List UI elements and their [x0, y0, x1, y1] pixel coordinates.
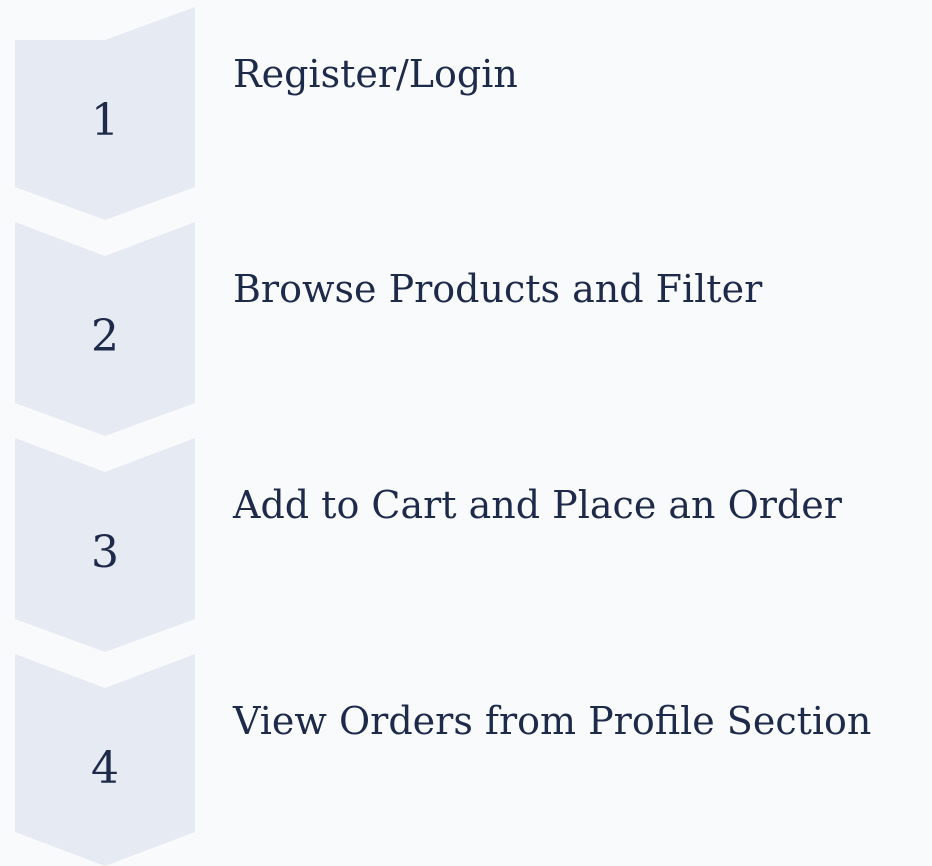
step-1-number: 1: [91, 95, 119, 146]
step-2-number: 2: [91, 311, 119, 362]
step-1-label: Register/Login: [233, 52, 518, 96]
step-2-label: Browse Products and Filter: [233, 267, 763, 311]
step-4-number: 4: [91, 743, 119, 794]
step-3-label: Add to Cart and Place an Order: [233, 483, 842, 527]
process-flow-diagram: 1 Register/Login 2 Browse Products and F…: [0, 0, 932, 866]
step-4-label: View Orders from Profile Section: [233, 699, 872, 743]
step-3-number: 3: [91, 527, 119, 578]
